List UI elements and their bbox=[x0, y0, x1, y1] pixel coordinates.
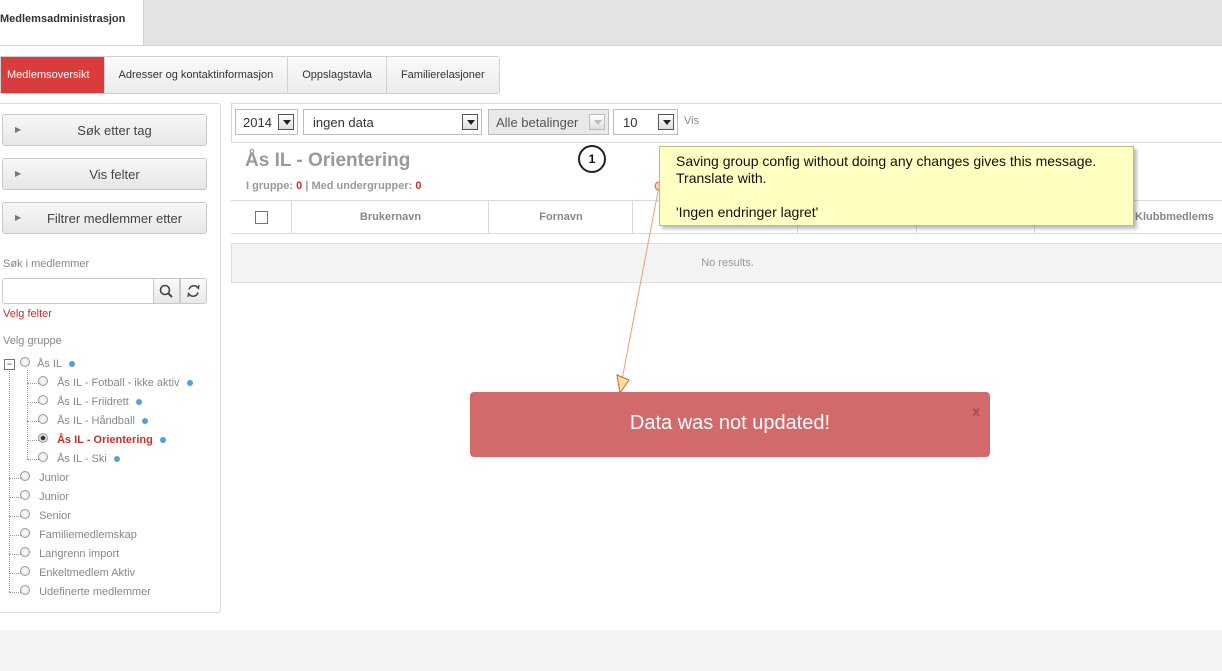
annotation-arrowhead-icon bbox=[616, 374, 630, 395]
close-icon[interactable]: x bbox=[972, 392, 980, 430]
annotation-arrow bbox=[616, 181, 664, 395]
error-toast: Data was not updated! x bbox=[470, 392, 990, 457]
annotation-note: Saving group config without doing any ch… bbox=[659, 146, 1134, 226]
toast-message: Data was not updated! bbox=[629, 412, 831, 434]
annotation-number-badge: 1 bbox=[578, 145, 606, 173]
